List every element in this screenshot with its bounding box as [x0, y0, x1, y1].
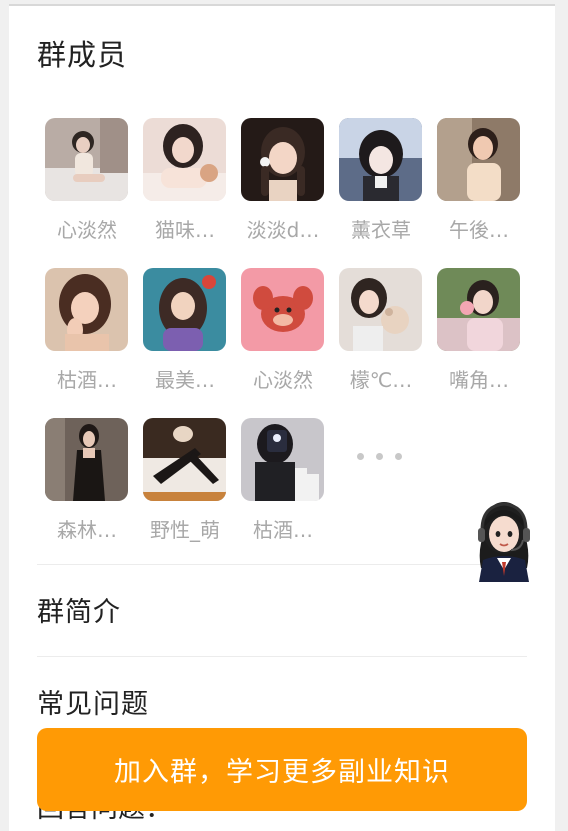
member-avatar — [45, 268, 128, 351]
member-name: 枯酒… — [253, 518, 313, 542]
member-item[interactable]: 猫味… — [133, 116, 231, 256]
member-avatar — [339, 118, 422, 201]
customer-service-avatar-icon[interactable] — [471, 490, 537, 582]
member-name: 最美… — [155, 368, 215, 392]
member-avatar — [241, 418, 324, 501]
member-avatar — [45, 118, 128, 201]
ellipsis-icon[interactable] — [357, 446, 411, 466]
member-item[interactable]: 薰衣草 — [329, 116, 427, 256]
member-avatar — [45, 418, 128, 501]
member-item[interactable]: 午後… — [427, 116, 525, 256]
member-avatar — [437, 118, 520, 201]
divider — [37, 564, 527, 565]
members-section-title: 群成员 — [37, 38, 128, 72]
member-item[interactable]: 野性_萌 — [133, 416, 231, 556]
member-name: 淡淡d… — [246, 218, 320, 242]
member-name: 午後… — [449, 218, 509, 242]
member-avatar — [241, 118, 324, 201]
member-name: 嘴角… — [449, 368, 509, 392]
member-name: 野性_萌 — [150, 518, 220, 542]
intro-section-title[interactable]: 群简介 — [37, 590, 121, 629]
member-name: 心淡然 — [57, 218, 117, 242]
member-avatar — [143, 418, 226, 501]
divider — [37, 656, 527, 657]
member-item[interactable]: 檬℃… — [329, 266, 427, 406]
member-avatar — [143, 268, 226, 351]
member-avatar — [437, 268, 520, 351]
member-item[interactable]: 嘴角… — [427, 266, 525, 406]
member-avatar — [143, 118, 226, 201]
member-item[interactable]: 枯酒… — [35, 266, 133, 406]
member-name: 心淡然 — [253, 368, 313, 392]
member-avatar — [241, 268, 324, 351]
member-item[interactable]: 淡淡d… — [231, 116, 329, 256]
member-name: 猫味… — [155, 218, 215, 242]
member-item[interactable]: 最美… — [133, 266, 231, 406]
member-avatar — [339, 268, 422, 351]
member-item[interactable]: 森林… — [35, 416, 133, 556]
member-name: 檬℃… — [349, 368, 413, 392]
group-info-card: 群成员 心淡然 猫味… 淡淡d… 薰衣草 午後… 枯酒… 最美… 心淡然 檬℃…… — [9, 4, 555, 831]
member-item[interactable]: 枯酒… — [231, 416, 329, 556]
member-name: 薰衣草 — [351, 218, 411, 242]
member-name: 森林… — [57, 518, 117, 542]
join-group-button[interactable]: 加入群，学习更多副业知识 — [37, 728, 527, 811]
member-name: 枯酒… — [57, 368, 117, 392]
member-item[interactable]: 心淡然 — [231, 266, 329, 406]
member-item[interactable]: 心淡然 — [35, 116, 133, 256]
faq-section-title[interactable]: 常见问题 — [37, 682, 149, 721]
